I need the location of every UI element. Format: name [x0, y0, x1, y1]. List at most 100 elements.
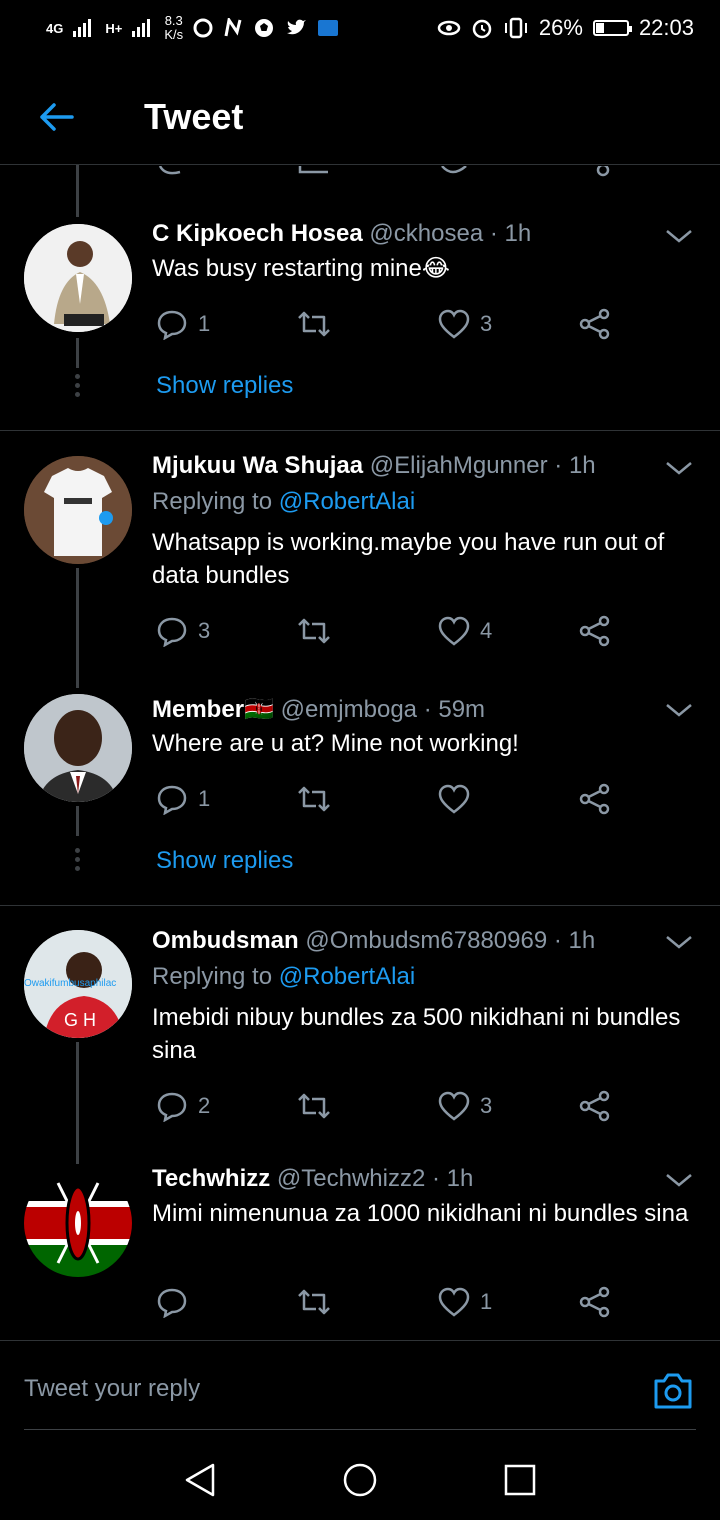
reply-button[interactable]: [156, 1284, 198, 1320]
heart-icon: [438, 1287, 470, 1317]
notification-n-icon: [224, 18, 242, 37]
conversation-divider: [0, 905, 720, 906]
author-name[interactable]: Techwhizz: [152, 1165, 270, 1192]
heart-icon: [438, 616, 470, 646]
heart-icon: [438, 309, 470, 339]
like-button[interactable]: [438, 781, 480, 817]
chevron-down-icon[interactable]: [664, 458, 694, 478]
share-icon: [579, 783, 610, 815]
tweet-actions: 2 3: [156, 1088, 616, 1124]
signal-icon: [73, 19, 92, 37]
retweet-button[interactable]: [296, 613, 342, 649]
replying-prefix: Replying to: [152, 963, 273, 990]
avatar[interactable]: [24, 456, 132, 564]
kenya-flag-avatar: [24, 1169, 132, 1277]
author-handle[interactable]: @ElijahMgunner: [370, 452, 548, 479]
replying-to-link[interactable]: @RobertAlai: [279, 963, 415, 990]
alarm-icon: [472, 19, 492, 39]
author-handle[interactable]: @Ombudsm67880969: [305, 927, 547, 954]
nav-recent-button[interactable]: [500, 1460, 540, 1500]
previous-tweet-actions-peek: [0, 165, 720, 177]
thread-line: [76, 165, 79, 217]
like-count: 3: [480, 311, 493, 336]
author-name[interactable]: Ombudsman: [152, 927, 299, 954]
author-handle[interactable]: @emjmboga: [281, 696, 417, 723]
tweet-time: 1h: [568, 927, 596, 954]
reply-bubble-icon: [157, 785, 187, 815]
author-handle[interactable]: @Techwhizz2: [277, 1165, 425, 1192]
chevron-down-icon[interactable]: [664, 700, 694, 720]
avatar[interactable]: [24, 224, 132, 332]
thread-line: [76, 1042, 79, 1164]
battery-percent: 26%: [538, 15, 583, 40]
tweet-actions: 1 3: [156, 306, 616, 342]
avatar-image: [24, 456, 132, 564]
replying-to-link[interactable]: @RobertAlai: [279, 488, 415, 515]
share-button[interactable]: [578, 306, 612, 342]
clock: 22:03: [638, 15, 694, 40]
like-button[interactable]: 4: [438, 613, 492, 649]
chevron-down-icon[interactable]: [664, 1170, 694, 1190]
tweet-actions: 1: [156, 781, 616, 817]
camera-button[interactable]: [652, 1371, 694, 1411]
tweet-text: Was busy restarting mine😂: [152, 255, 450, 282]
avatar[interactable]: [24, 1169, 132, 1277]
avatar[interactable]: G H Owakifumbusaphilac: [24, 930, 132, 1038]
page-title: Tweet: [144, 96, 244, 137]
eye-icon: [437, 20, 461, 36]
status-left: 4G H+ 8.3 K/s: [46, 14, 339, 42]
separator-dot: ·: [489, 220, 498, 247]
share-button[interactable]: [578, 781, 612, 817]
reply-input[interactable]: [24, 1375, 584, 1403]
retweet-button[interactable]: [296, 306, 342, 342]
like-button[interactable]: 3: [438, 306, 492, 342]
author-name[interactable]: C Kipkoech Hosea: [152, 220, 363, 247]
like-button[interactable]: 3: [438, 1088, 492, 1124]
vibrate-icon: [504, 17, 527, 39]
chevron-down-icon[interactable]: [664, 226, 694, 246]
thread-line: [76, 568, 79, 688]
author-handle[interactable]: @ckhosea: [369, 220, 483, 247]
retweet-button[interactable]: [296, 1284, 342, 1320]
avatar[interactable]: [24, 694, 132, 802]
like-button[interactable]: 1: [438, 1284, 492, 1320]
reply-count: 1: [198, 786, 211, 811]
avatar-image: [24, 224, 132, 332]
thread-dots: [75, 848, 81, 875]
reply-button[interactable]: 1: [156, 306, 210, 342]
reply-composer: [0, 1340, 720, 1430]
reply-button[interactable]: 2: [156, 1088, 210, 1124]
tweet-header: Techwhizz @Techwhizz2 · 1h: [152, 1165, 660, 1193]
tweet-time: 1h: [446, 1165, 474, 1192]
reply-button[interactable]: 3: [156, 613, 210, 649]
share-button[interactable]: [578, 613, 612, 649]
camera-icon: [654, 1373, 692, 1409]
notification-o-icon: [193, 18, 213, 38]
share-icon: [579, 308, 610, 340]
show-replies-link[interactable]: Show replies: [156, 372, 293, 400]
peek-icons: [158, 165, 610, 177]
share-button[interactable]: [578, 1284, 612, 1320]
tweet-text: Imebidi nibuy bundles za 500 nikidhani n…: [152, 1004, 681, 1064]
retweet-button[interactable]: [296, 781, 342, 817]
retweet-icon: [298, 1093, 330, 1119]
reply-count: 1: [198, 311, 211, 336]
soccer-ball-icon: [255, 19, 274, 37]
reply-bubble-icon: [157, 1092, 187, 1122]
author-name[interactable]: Member🇰🇪: [152, 696, 274, 723]
replying-prefix: Replying to: [152, 488, 273, 515]
nav-back-button[interactable]: [180, 1460, 220, 1500]
back-button[interactable]: [28, 89, 84, 145]
author-name[interactable]: Mjukuu Wa Shujaa: [152, 452, 363, 479]
nav-home-button[interactable]: [340, 1460, 380, 1500]
like-count: 4: [480, 618, 493, 643]
thread-line: [76, 806, 79, 836]
reply-button[interactable]: 1: [156, 781, 210, 817]
reply-bubble-icon: [157, 617, 187, 647]
share-button[interactable]: [578, 1088, 612, 1124]
tweet-text: Whatsapp is working.maybe you have run o…: [152, 529, 665, 589]
show-replies-link[interactable]: Show replies: [156, 847, 293, 875]
tweet-header: C Kipkoech Hosea @ckhosea · 1h: [152, 220, 660, 248]
chevron-down-icon[interactable]: [664, 932, 694, 952]
retweet-button[interactable]: [296, 1088, 342, 1124]
